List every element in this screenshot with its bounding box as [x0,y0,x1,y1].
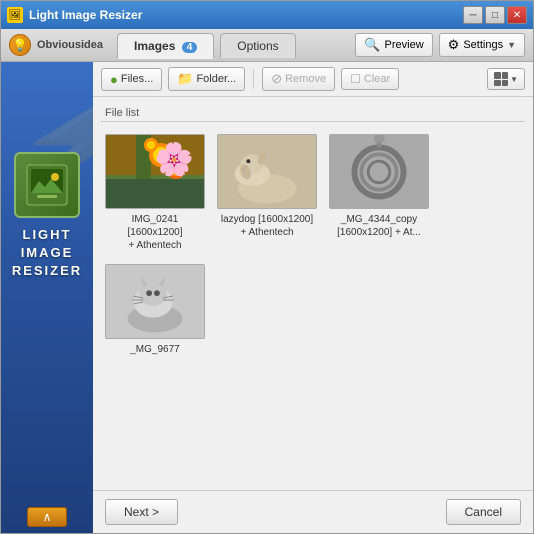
sidebar-brand-text: LIGHT IMAGE RESIZER [12,226,82,281]
window-controls: ─ □ ✕ [463,6,527,24]
tab-images[interactable]: Images 4 [117,33,214,59]
main-window: 🖼 Light Image Resizer ─ □ ✕ 💡 Obviouside… [0,0,534,534]
title-bar: 🖼 Light Image Resizer ─ □ ✕ [1,1,533,29]
file-list-label: File list [101,105,525,122]
preview-button[interactable]: 🔍 Preview [355,33,432,57]
list-item[interactable]: _MG_4344_copy [1600x1200] + At... [329,134,429,252]
list-item[interactable]: _MG_9677 [105,264,205,356]
file-name: _MG_9677 [130,343,179,356]
thumbnail [217,134,317,209]
list-item[interactable]: IMG_0241[1600x1200]+ Athentech [105,134,205,252]
dog-image [218,135,316,208]
next-button[interactable]: Next > [105,499,178,525]
folder-button[interactable]: 📁 Folder... [168,67,245,91]
list-item[interactable]: lazydog [1600x1200] + Athentech [217,134,317,252]
thumbnail [105,134,205,209]
window-title: Light Image Resizer [29,8,463,22]
flower-image [106,135,204,208]
file-name: _MG_4344_copy [1600x1200] + At... [329,213,429,239]
tab-options[interactable]: Options [220,33,295,58]
sidebar-arrow-button[interactable]: ∧ [27,507,67,527]
view-toggle-button[interactable]: ▼ [487,68,525,90]
bottom-bar: Next > Cancel [93,490,533,533]
window-icon: 🖼 [7,7,23,23]
images-count-badge: 4 [182,42,198,53]
preview-icon: 🔍 [364,37,380,53]
grid-view-icon [494,72,508,86]
folder-icon: 📁 [177,71,193,87]
cancel-button[interactable]: Cancel [446,499,521,525]
file-name: lazydog [1600x1200] + Athentech [217,213,317,239]
maximize-button[interactable]: □ [485,6,505,24]
clear-button[interactable]: ☐ Clear [341,68,399,90]
add-files-icon: ● [110,72,118,87]
obviousidea-label: Obviousidea [37,39,103,51]
files-button[interactable]: ● Files... [101,68,162,91]
sidebar-content: LIGHT IMAGE RESIZER ∧ [1,72,93,533]
sidebar-logo-box [14,152,80,218]
toolbar: ● Files... 📁 Folder... ⊘ Remove ☐ Clear [93,62,533,97]
settings-button[interactable]: ⚙ Settings ▼ [439,33,525,57]
thumbnail [105,264,205,339]
minimize-button[interactable]: ─ [463,6,483,24]
logo-image-icon [25,163,69,207]
right-panel: ● Files... 📁 Folder... ⊘ Remove ☐ Clear [93,62,533,533]
view-dropdown-arrow: ▼ [510,75,518,84]
sidebar: ⚡ LIGHT IMAGE RESIZER [1,62,93,533]
branding-bar: 💡 Obviousidea Images 4 Options 🔍 Preview… [1,29,533,62]
toolbar-separator-1 [253,69,254,89]
file-grid: IMG_0241[1600x1200]+ Athentech [101,130,525,360]
clear-icon: ☐ [350,72,361,86]
file-list-container: File list [93,97,533,490]
settings-icon: ⚙ [448,37,460,53]
rope-image [330,135,428,208]
cat-image [106,265,204,338]
close-button[interactable]: ✕ [507,6,527,24]
remove-icon: ⊘ [271,71,282,87]
file-name: IMG_0241[1600x1200]+ Athentech [127,213,182,252]
main-content: ⚡ LIGHT IMAGE RESIZER [1,62,533,533]
thumbnail [329,134,429,209]
settings-dropdown-arrow: ▼ [507,40,516,50]
obviousidea-logo: 💡 [9,34,31,56]
remove-button[interactable]: ⊘ Remove [262,67,335,91]
